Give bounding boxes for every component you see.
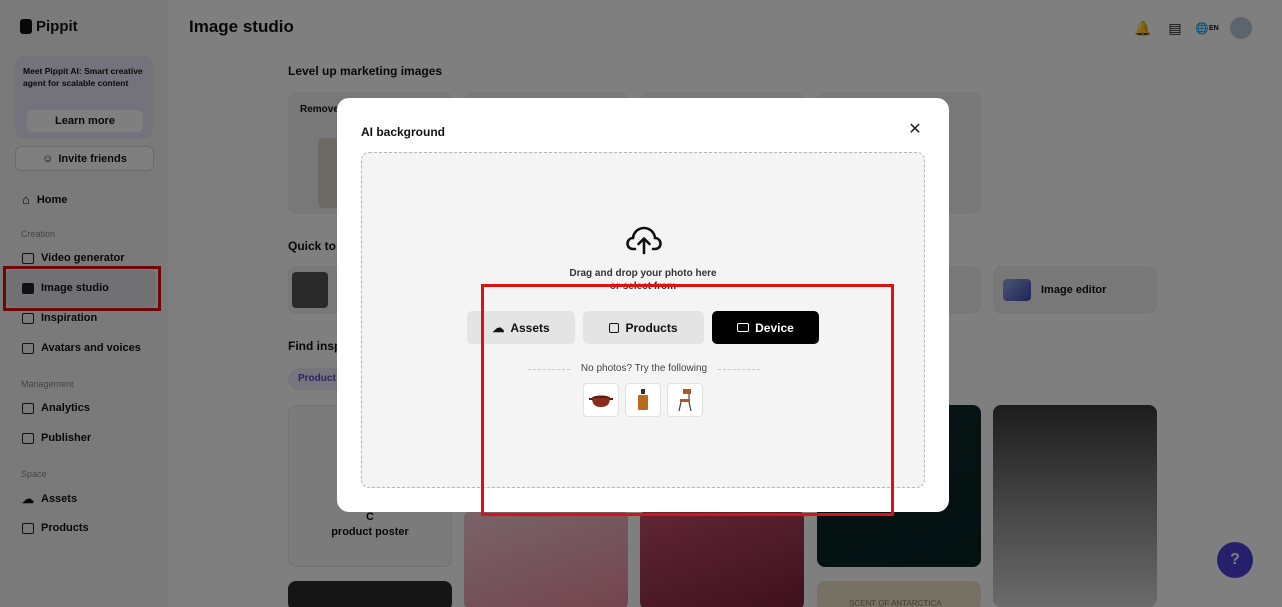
- upload-area-highlight: [481, 284, 894, 516]
- cloud-upload-icon: [626, 226, 662, 255]
- modal-title: AI background: [361, 125, 446, 139]
- upload-dropzone[interactable]: Drag and drop your photo here or select …: [361, 152, 925, 516]
- close-icon[interactable]: ✕: [907, 122, 923, 138]
- drop-line-1: Drag and drop your photo here: [569, 268, 717, 279]
- ai-background-modal: AI background ✕ Drag and drop your photo…: [337, 98, 949, 516]
